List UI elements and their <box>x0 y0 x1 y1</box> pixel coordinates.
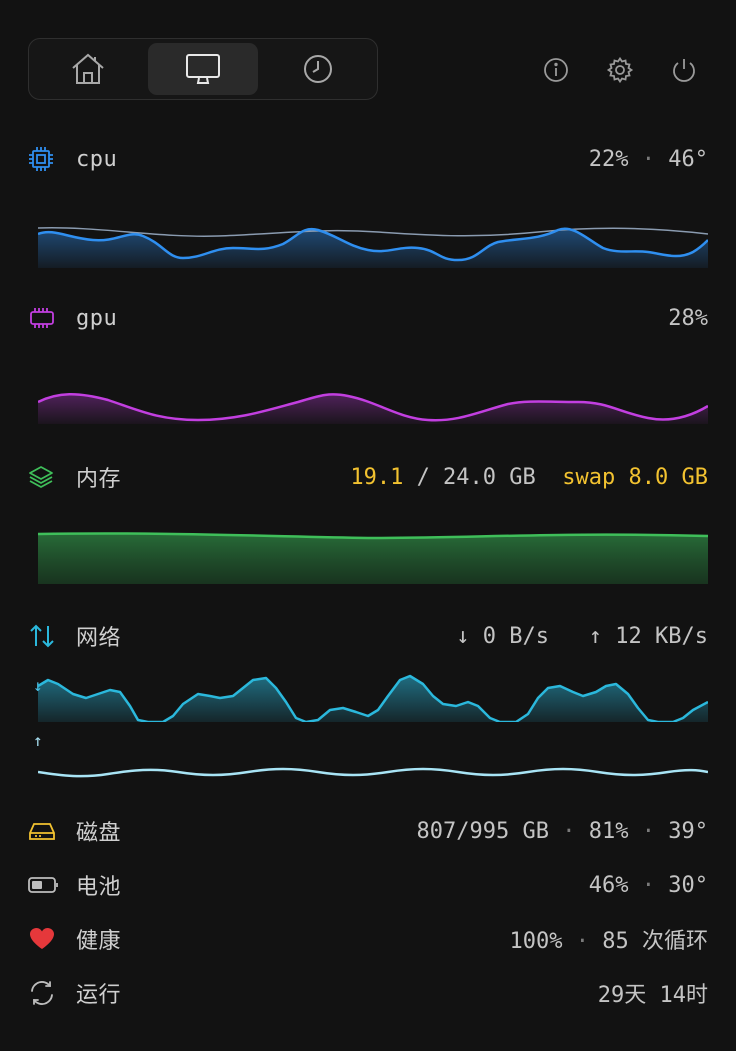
health-cycles: 85 次循环 <box>602 929 708 954</box>
gpu-row: gpu 28% <box>28 302 708 334</box>
disk-label: 磁盘 <box>76 821 122 846</box>
memory-total: / 24.0 GB <box>416 464 536 490</box>
disk-stats: 807/995 GB · 81% · 39° <box>417 819 708 844</box>
network-row: 网络 ↓ 0 B/s ↑ 12 KB/s <box>28 620 708 652</box>
cpu-temp: 46° <box>668 146 708 172</box>
cpu-chart <box>38 218 708 268</box>
network-stats: ↓ 0 B/s ↑ 12 KB/s <box>456 624 708 649</box>
battery-icon <box>28 877 58 893</box>
gpu-icon <box>30 308 54 328</box>
separator: · <box>562 818 576 844</box>
upload-chart <box>38 760 708 784</box>
gpu-usage: 28% <box>668 305 708 331</box>
gear-icon <box>606 56 634 84</box>
monitor-icon <box>186 54 220 84</box>
swap-value: 8.0 GB <box>628 464 708 490</box>
power-icon <box>673 59 695 82</box>
download-arrow: ↓ <box>456 623 470 649</box>
memory-stats: 19.1 / 24.0 GB swap 8.0 GB <box>350 465 708 490</box>
health-percent: 100% <box>509 929 563 954</box>
memory-area <box>38 533 708 584</box>
battery-temp: 30° <box>668 872 708 898</box>
disk-percent: 81% <box>588 818 629 844</box>
battery-percent: 46% <box>588 872 629 898</box>
gpu-chart <box>38 382 708 424</box>
power-button[interactable] <box>668 54 700 86</box>
separator: · <box>641 146 655 172</box>
upload-arrow: ↑ <box>588 623 603 649</box>
swap-label: swap <box>562 464 616 490</box>
info-button[interactable] <box>540 54 572 86</box>
tab-history[interactable] <box>263 43 373 95</box>
download-area <box>38 676 708 722</box>
settings-button[interactable] <box>604 54 636 86</box>
memory-label: 内存 <box>76 467 122 492</box>
clock-icon <box>304 55 332 83</box>
uptime-row: 运行 29天 14时 <box>28 977 708 1009</box>
gpu-label: gpu <box>76 305 118 331</box>
view-tab-bar <box>28 38 378 100</box>
health-row: 健康 100% · 85 次循环 <box>28 923 708 955</box>
refresh-icon <box>31 981 53 1005</box>
upload-line <box>38 767 708 778</box>
layers-icon <box>29 466 53 488</box>
health-label: 健康 <box>76 929 122 954</box>
upload-chart-arrow: ↑ <box>33 731 43 750</box>
cpu-stats: 22% · 46° <box>589 147 708 172</box>
battery-label: 电池 <box>76 875 122 900</box>
disk-row: 磁盘 807/995 GB · 81% · 39° <box>28 815 708 847</box>
health-stats: 100% · 85 次循环 <box>510 923 708 955</box>
tab-home[interactable] <box>33 43 143 95</box>
info-icon <box>544 58 568 82</box>
memory-chart <box>38 526 708 584</box>
disk-drive-icon <box>29 823 55 840</box>
battery-row: 电池 46% · 30° <box>28 869 708 901</box>
separator: · <box>641 872 655 898</box>
home-icon <box>72 53 104 84</box>
separator: · <box>575 929 589 954</box>
network-label: 网络 <box>76 626 122 651</box>
disk-temp: 39° <box>668 818 708 844</box>
uptime-value: 29天 14时 <box>597 983 708 1008</box>
cpu-icon <box>29 147 53 171</box>
up-down-arrows-icon <box>30 624 54 648</box>
uptime-label: 运行 <box>76 983 122 1008</box>
heart-icon <box>30 928 54 949</box>
upload-rate: 12 KB/s <box>615 623 708 649</box>
cpu-label: cpu <box>76 146 118 172</box>
cpu-usage: 22% <box>588 146 629 172</box>
battery-stats: 46% · 30° <box>589 873 708 898</box>
tab-monitor[interactable] <box>148 43 258 95</box>
cpu-row: cpu 22% · 46° <box>28 143 708 175</box>
memory-used: 19.1 <box>350 464 404 490</box>
download-chart <box>38 672 708 722</box>
separator: · <box>641 818 655 844</box>
disk-used: 807/995 GB <box>416 818 549 844</box>
download-rate: 0 B/s <box>482 623 550 649</box>
gpu-area <box>38 394 708 424</box>
memory-row: 内存 19.1 / 24.0 GB swap 8.0 GB <box>28 461 708 493</box>
